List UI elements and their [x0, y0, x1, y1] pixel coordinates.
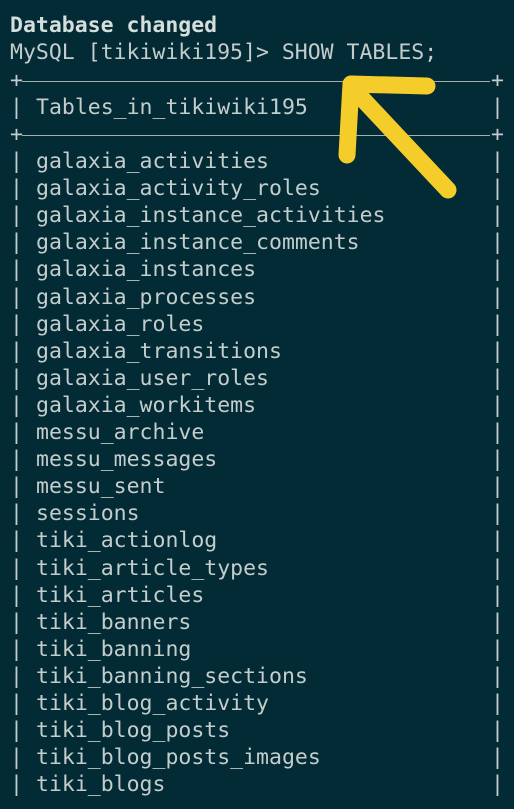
row-border-left: |: [10, 583, 23, 608]
table-row: tiki_article_types: [36, 556, 269, 581]
row-border-right: |: [491, 312, 504, 337]
row-border-left: |: [10, 664, 23, 689]
table-row: tiki_articles: [36, 583, 205, 608]
table-row: tiki_banners: [36, 610, 192, 635]
table-row: tiki_blogs: [36, 772, 166, 797]
table-row: sessions: [36, 501, 140, 526]
command-text: SHOW TABLES;: [281, 40, 438, 65]
row-border-left: |: [10, 285, 23, 310]
table-row: galaxia_processes: [36, 285, 257, 310]
header-border-right: |: [491, 95, 504, 120]
row-border-left: |: [10, 176, 23, 201]
table-row: galaxia_activities: [36, 149, 269, 174]
row-border-right: |: [491, 393, 504, 418]
table-row: messu_archive: [36, 420, 205, 445]
table-row: galaxia_instance_activities: [36, 203, 386, 228]
row-border-left: |: [10, 718, 23, 743]
row-border-left: |: [10, 772, 23, 797]
terminal-window[interactable]: Database changed MySQL [tikiwiki195]> SH…: [0, 0, 514, 809]
row-border-right: |: [491, 528, 504, 553]
row-border-left: |: [10, 366, 23, 391]
table-row: galaxia_activity_roles: [36, 176, 321, 201]
row-border-left: |: [10, 610, 23, 635]
table-row: tiki_blog_posts_images: [36, 745, 321, 770]
row-border-right: |: [491, 339, 504, 364]
row-border-left: |: [10, 528, 23, 553]
row-border-left: |: [10, 203, 23, 228]
row-border-right: |: [491, 718, 504, 743]
table-row: galaxia_transitions: [36, 339, 282, 364]
table-row: galaxia_user_roles: [36, 366, 269, 391]
row-border-right: |: [491, 583, 504, 608]
row-border-right: |: [491, 420, 504, 445]
table-row: messu_messages: [36, 447, 218, 472]
row-border-left: |: [10, 637, 23, 662]
row-border-right: |: [491, 745, 504, 770]
table-header: Tables_in_tikiwiki195: [36, 95, 308, 120]
header-border-left: |: [10, 95, 23, 120]
row-border-left: |: [10, 339, 23, 364]
table-border-header: + +: [10, 122, 504, 147]
row-border-left: |: [10, 474, 23, 499]
row-border-left: |: [10, 312, 23, 337]
row-border-left: |: [10, 420, 23, 445]
row-border-left: |: [10, 230, 23, 255]
table-row: tiki_blog_activity: [36, 691, 269, 716]
table-row: tiki_banning_sections: [36, 664, 308, 689]
row-border-right: |: [491, 610, 504, 635]
row-border-right: |: [491, 285, 504, 310]
row-border-right: |: [491, 230, 504, 255]
row-border-right: |: [491, 366, 504, 391]
table-row: galaxia_workitems: [36, 393, 257, 418]
row-border-right: |: [491, 501, 504, 526]
table-row: tiki_actionlog: [36, 528, 218, 553]
table-row: tiki_blog_posts: [36, 718, 231, 743]
row-border-left: |: [10, 447, 23, 472]
prompt-text: MySQL [tikiwiki195]>: [10, 40, 282, 65]
table-row: messu_sent: [36, 474, 166, 499]
status-line: Database changed: [10, 13, 218, 38]
row-border-right: |: [491, 691, 504, 716]
row-border-left: |: [10, 691, 23, 716]
row-border-left: |: [10, 745, 23, 770]
table-row: galaxia_roles: [36, 312, 205, 337]
table-row: galaxia_instance_comments: [36, 230, 360, 255]
row-border-left: |: [10, 149, 23, 174]
row-border-right: |: [491, 447, 504, 472]
row-border-left: |: [10, 501, 23, 526]
row-border-right: |: [491, 664, 504, 689]
row-border-left: |: [10, 257, 23, 282]
row-border-right: |: [491, 257, 504, 282]
row-border-right: |: [491, 203, 504, 228]
row-border-right: |: [491, 772, 504, 797]
table-border-top: + +: [10, 68, 504, 93]
row-border-right: |: [491, 149, 504, 174]
row-border-right: |: [491, 637, 504, 662]
row-border-right: |: [491, 474, 504, 499]
row-border-left: |: [10, 393, 23, 418]
table-row: galaxia_instances: [36, 257, 257, 282]
command-line[interactable]: MySQL [tikiwiki195]> SHOW TABLES;: [10, 39, 437, 66]
row-border-right: |: [491, 556, 504, 581]
row-border-right: |: [491, 176, 504, 201]
table-row: tiki_banning: [36, 637, 192, 662]
row-border-left: |: [10, 556, 23, 581]
